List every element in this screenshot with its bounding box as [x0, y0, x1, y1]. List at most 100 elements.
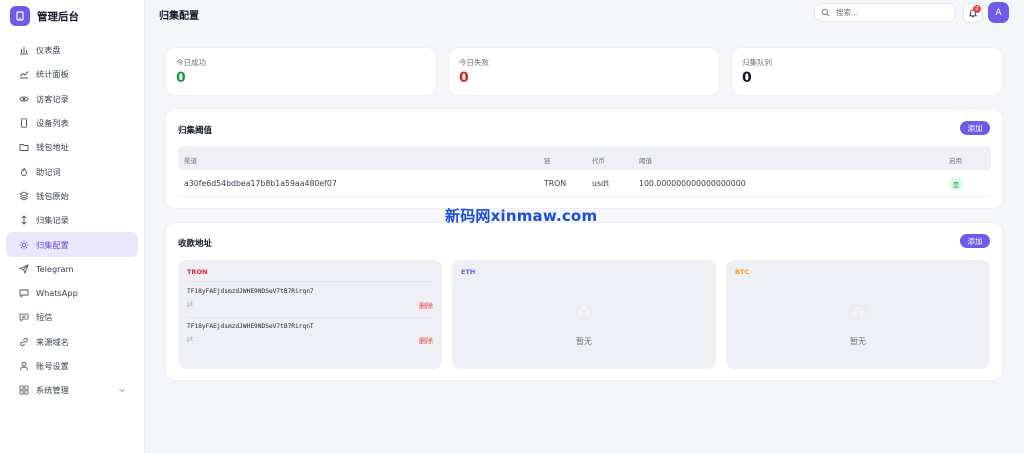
message-icon — [18, 312, 29, 323]
stat-card-failed: 今日失败 0 — [448, 47, 720, 96]
stat-label: 今日失败 — [459, 58, 489, 67]
eye-icon — [18, 93, 29, 104]
sidebar-item-statistics[interactable]: 统计面板 — [6, 62, 138, 86]
sidebar-item-label: 钱包原始 — [36, 190, 69, 201]
sidebar-item-label: WhatsApp — [36, 288, 78, 299]
search-icon — [821, 8, 830, 17]
sidebar-item-label: 归集配置 — [36, 239, 69, 250]
empty-text: 暂无 — [850, 337, 866, 346]
sidebar-item-whatsapp[interactable]: WhatsApp — [6, 281, 138, 305]
address-item: TF18yFAEjdsmzdJWHE9NDSeV7tB7RirqnT pt 删除 — [187, 319, 433, 353]
layers-icon — [18, 190, 29, 201]
trend-chart-icon — [18, 69, 29, 80]
app-title: 管理后台 — [37, 10, 79, 23]
sidebar-item-source-domains[interactable]: 来源域名 — [6, 330, 138, 354]
grid-icon — [18, 385, 29, 396]
swap-vertical-icon — [18, 215, 29, 226]
stat-label: 归集队列 — [742, 58, 772, 67]
sidebar-item-label: 来源域名 — [36, 336, 69, 347]
chain-card-tron: TRON TF18yFAEjdsmzdJWHE9NDSeV7tB7Rirqn7 … — [178, 260, 442, 369]
chevron-down-icon — [119, 388, 125, 393]
watermark: 新码网xinmaw.com — [445, 207, 598, 225]
avatar[interactable]: A — [988, 2, 1009, 23]
chain-name: ETH — [461, 268, 476, 276]
empty-box-icon — [576, 304, 592, 320]
search-input[interactable] — [836, 8, 946, 17]
sidebar-item-sms[interactable]: 短信 — [6, 305, 138, 329]
page-title: 归集配置 — [159, 11, 199, 22]
sidebar-item-label: 账号设置 — [36, 361, 69, 371]
threshold-panel: 归集阈值 添加 渠道 链 代币 阈值 启用 a30fe6d54bdbea17b8… — [165, 109, 1003, 209]
sidebar-item-devices[interactable]: 设备列表 — [6, 111, 138, 135]
panel-title: 收款地址 — [178, 239, 213, 249]
column-header: 代币 — [592, 157, 605, 165]
sidebar-item-visitors[interactable]: 访客记录 — [6, 87, 138, 111]
empty-box-icon — [850, 304, 866, 320]
sidebar-menu: 仪表盘 统计面板 访客记录 设备列表 钱包地址 助记词 钱包原始 归集记录 归集… — [0, 38, 144, 402]
column-header: 渠道 — [184, 157, 197, 165]
add-address-button[interactable]: 添加 — [960, 234, 990, 248]
sidebar-item-telegram[interactable]: Telegram — [6, 257, 138, 281]
stat-card-queue: 归集队列 0 — [731, 47, 1003, 96]
channel-cell: a30fe6d54bdbea17b8b1a59aa480ef07 — [184, 179, 337, 188]
sidebar-item-label: 短信 — [36, 312, 53, 323]
topbar: 归集配置 2 A — [145, 0, 1024, 26]
stat-label: 今日成功 — [176, 58, 206, 67]
bar-chart-icon — [18, 45, 29, 56]
notification-button[interactable]: 2 — [963, 3, 983, 23]
device-icon — [18, 118, 29, 129]
notification-badge: 2 — [973, 5, 981, 13]
divider — [187, 281, 433, 282]
address-text: TF18yFAEjdsmzdJWHE9NDSeV7tB7RirqnT — [187, 323, 314, 330]
chain-card-btc: BTC 暂无 — [726, 260, 990, 369]
sidebar-item-label: 钱包地址 — [36, 142, 69, 153]
sidebar-item-label: 系统管理 — [36, 385, 69, 396]
folder-icon — [18, 142, 29, 153]
delete-address-button[interactable]: 删除 — [419, 336, 433, 346]
sidebar-item-dashboard[interactable]: 仪表盘 — [6, 38, 138, 62]
sun-icon — [18, 239, 29, 250]
stat-card-success: 今日成功 0 — [165, 47, 437, 96]
stat-value: 0 — [742, 70, 752, 86]
delete-address-button[interactable]: 删除 — [419, 301, 433, 311]
panel-title: 归集阈值 — [178, 126, 213, 136]
empty-text: 暂无 — [576, 337, 592, 346]
address-text: TF18yFAEjdsmzdJWHE9NDSeV7tB7Rirqn7 — [187, 288, 314, 295]
enabled-badge: 是 — [949, 178, 963, 190]
sidebar-item-system[interactable]: 系统管理 — [6, 378, 138, 402]
send-icon — [18, 263, 29, 274]
column-header: 启用 — [949, 157, 962, 165]
sidebar-item-label: 统计面板 — [36, 69, 69, 80]
chain-name: BTC — [735, 268, 750, 276]
table-row[interactable]: a30fe6d54bdbea17b8b1a59aa480ef07 TRON us… — [178, 170, 991, 197]
add-threshold-button[interactable]: 添加 — [960, 121, 990, 135]
app-logo-icon — [10, 6, 30, 26]
sidebar-item-account[interactable]: 账号设置 — [6, 354, 138, 378]
table-header: 渠道 链 代币 阈值 启用 — [178, 146, 991, 170]
token-cell: usdt — [592, 179, 610, 188]
divider — [187, 317, 433, 318]
sidebar-item-label: 归集记录 — [36, 215, 69, 226]
sidebar-item-mnemonic[interactable]: 助记词 — [6, 159, 138, 183]
sidebar-item-label: 设备列表 — [36, 118, 69, 129]
sidebar-item-label: 访客记录 — [36, 93, 69, 104]
sidebar-item-collect-records[interactable]: 归集记录 — [6, 208, 138, 232]
user-icon — [18, 361, 29, 372]
receive-address-panel: 收款地址 添加 TRON TF18yFAEjdsmzdJWHE9NDSeV7tB… — [165, 222, 1003, 381]
stat-value: 0 — [176, 70, 186, 86]
chat-bubble-icon — [18, 288, 29, 299]
search-box[interactable] — [814, 3, 956, 22]
address-item: TF18yFAEjdsmzdJWHE9NDSeV7tB7Rirqn7 pt 删除 — [187, 284, 433, 318]
brand: 管理后台 — [0, 0, 144, 32]
sidebar-item-label: Telegram — [36, 263, 74, 274]
threshold-cell: 100.000000000000000000 — [639, 179, 746, 188]
column-header: 链 — [544, 157, 551, 165]
sidebar-item-wallet-raw[interactable]: 钱包原始 — [6, 184, 138, 208]
column-header: 阈值 — [639, 157, 652, 165]
chain-cell: TRON — [544, 179, 567, 188]
address-note: pt — [187, 301, 194, 308]
chain-name: TRON — [187, 268, 208, 276]
sidebar-item-collect-config[interactable]: 归集配置 — [6, 232, 138, 257]
fire-icon — [18, 166, 29, 177]
sidebar-item-wallets[interactable]: 钱包地址 — [6, 135, 138, 159]
